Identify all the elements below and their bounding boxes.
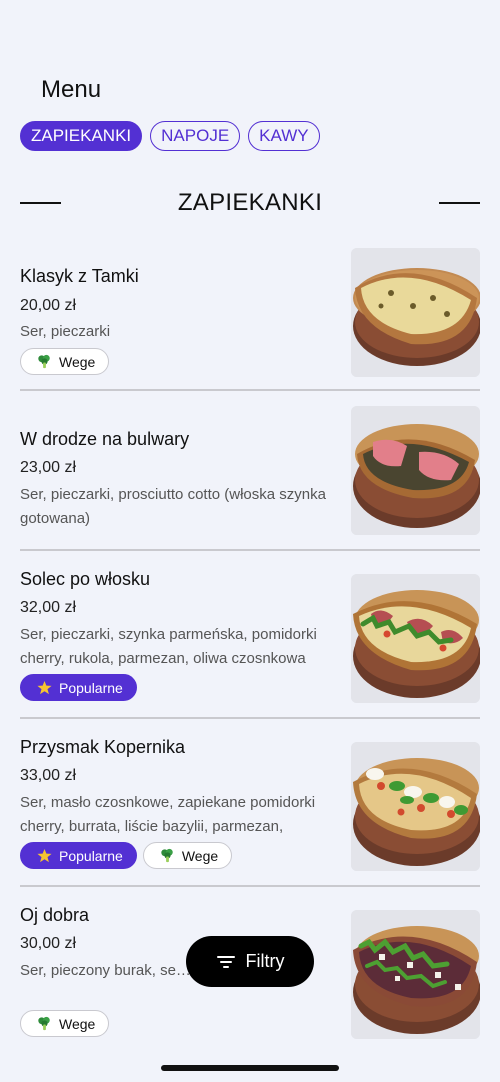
tag-popular: Popularne [20,842,137,869]
item-price: 32,00 zł [20,599,77,616]
item-price: 33,00 zł [20,767,77,784]
tag-label: Wege [59,353,96,370]
filter-button-label: Filtry [245,951,285,971]
tag-popular: Popularne [20,674,137,701]
item-description: Ser, pieczarki, szynka parmeńska, pomido… [20,626,317,667]
zapiekanka-photo [351,742,480,871]
broccoli-icon [38,354,50,369]
section-title: ZAPIEKANKI [177,189,323,216]
tag-vege: Wege [20,1010,110,1037]
zapiekanka-photo [351,574,480,703]
item-name: Solec po włosku [20,569,151,589]
menu-item[interactable]: W drodze na bulwary 23,00 zł Ser, piecza… [20,406,480,536]
item-tags: Popularne [20,674,137,701]
tag-vege: Wege [20,348,110,375]
item-price: 30,00 zł [20,935,77,952]
tag-label: Popularne [59,679,123,696]
category-tabs: ZAPIEKANKI NAPOJE KAWY [20,121,320,151]
item-photo[interactable] [351,574,480,703]
section-header: ZAPIEKANKI [20,187,480,219]
menu-item[interactable]: Solec po włosku 32,00 zł Ser, pieczarki,… [20,569,480,704]
zapiekanka-photo [351,910,480,1039]
item-description: Ser, masło czosnkowe, zapiekane pomidork… [20,794,316,835]
tag-label: Popularne [59,847,123,864]
item-description: Ser, pieczarki [20,323,111,340]
tab-napoje[interactable]: NAPOJE [150,121,241,151]
zapiekanka-photo [351,248,480,377]
item-description: Ser, pieczarki, prosciutto cotto (włoska… [20,486,326,527]
item-photo[interactable] [351,742,480,871]
menu-item[interactable]: Przysmak Kopernika 33,00 zł Ser, masło c… [20,737,480,872]
tag-label: Wege [59,1015,96,1032]
item-divider [20,549,480,551]
zapiekanka-photo [351,406,480,535]
tag-vege: Wege [142,842,233,869]
item-tags: Wege [20,1010,110,1037]
tag-label: Wege [181,847,219,864]
item-price: 23,00 zł [20,459,77,476]
page-title: Menu [41,76,102,103]
broccoli-icon [38,1016,50,1031]
section-divider-left [20,202,61,204]
star-icon [37,680,52,695]
item-photo[interactable] [351,406,480,535]
item-name: Klasyk z Tamki [20,266,139,286]
section-divider-right [439,202,480,204]
item-name: W drodze na bulwary [20,429,190,449]
item-photo[interactable] [351,248,480,377]
item-tags: Popularne Wege [20,842,233,869]
home-indicator[interactable] [161,1065,339,1071]
item-tags: Wege [20,348,110,375]
item-divider [20,389,480,391]
item-divider [20,885,480,887]
filter-lines-icon [216,955,235,968]
item-name: Oj dobra [20,905,90,925]
star-icon [37,848,52,863]
item-price: 20,00 zł [20,297,77,314]
broccoli-icon [161,848,173,863]
tab-kawy[interactable]: KAWY [248,121,320,151]
menu-item[interactable]: Klasyk z Tamki 20,00 zł Ser, pieczarki W… [20,248,480,378]
item-name: Przysmak Kopernika [20,737,186,757]
item-divider [20,717,480,719]
tab-zapiekanki[interactable]: ZAPIEKANKI [20,121,143,151]
item-photo[interactable] [351,910,480,1039]
filter-button[interactable]: Filtry [186,936,314,987]
